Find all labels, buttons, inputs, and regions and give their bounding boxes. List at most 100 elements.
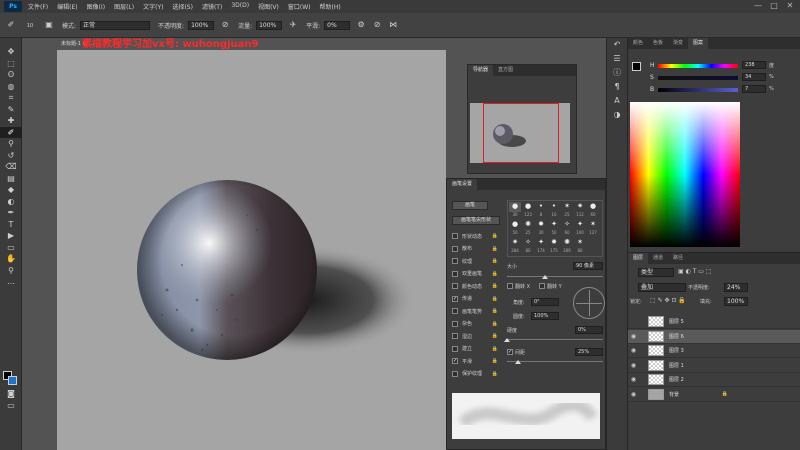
blend-mode-select[interactable]: 叠加 bbox=[638, 283, 686, 292]
minimize-button[interactable]: — bbox=[752, 1, 764, 11]
layer-row[interactable]: ◉ 图层 3 bbox=[628, 344, 800, 358]
menu-item[interactable]: 视图(V) bbox=[258, 2, 279, 11]
lock-icon[interactable]: 🔒 bbox=[492, 308, 498, 314]
brush-option-checkbox[interactable] bbox=[452, 283, 458, 290]
size-field[interactable]: 90 像素 bbox=[573, 262, 603, 270]
layer-row[interactable]: ◉ 图层 1 bbox=[628, 359, 800, 373]
menu-item[interactable]: 文件(F) bbox=[28, 2, 48, 11]
menu-item[interactable]: 编辑(E) bbox=[57, 2, 77, 11]
info-icon[interactable]: ⓘ bbox=[607, 66, 627, 80]
stamp-tool-icon[interactable]: ⚲ bbox=[0, 138, 22, 150]
brush-option-row[interactable]: 散布 🔒 bbox=[452, 244, 500, 255]
brush-size-picker[interactable]: 10 bbox=[22, 20, 38, 30]
layer-row[interactable]: 图层 5 bbox=[628, 315, 800, 329]
symmetry-icon[interactable]: ⋈ bbox=[388, 20, 398, 30]
gradient-tool-icon[interactable]: ▤ bbox=[0, 173, 22, 185]
layer-row[interactable]: ◉ 图层 2 bbox=[628, 373, 800, 387]
lock-icon[interactable]: 🔒 bbox=[492, 333, 498, 339]
hardness-field[interactable]: 0% bbox=[575, 326, 603, 334]
lock-icon[interactable]: 🔒 bbox=[492, 283, 498, 289]
airbrush-icon[interactable]: ✈ bbox=[288, 20, 298, 30]
brush-option-checkbox[interactable] bbox=[452, 245, 458, 252]
zoom-tool-icon[interactable]: ⚲ bbox=[0, 265, 22, 277]
tab-gradients[interactable]: 渐变 bbox=[668, 38, 688, 49]
type-tool-icon[interactable]: T bbox=[0, 219, 22, 231]
menu-item[interactable]: 选择(S) bbox=[172, 2, 193, 11]
menu-item[interactable]: 滤镜(T) bbox=[202, 2, 222, 11]
screen-mode-icon[interactable]: ▭ bbox=[0, 400, 22, 412]
brush-option-row[interactable]: 湿边 🔒 bbox=[452, 331, 500, 342]
more-tool-icons[interactable]: … bbox=[0, 276, 22, 288]
layer-opacity-field[interactable]: 24% bbox=[724, 283, 748, 292]
lock-icons[interactable]: ⬚ ✎ ✥ ⊡ 🔒 bbox=[650, 297, 686, 304]
angle-roundness-widget[interactable] bbox=[573, 287, 605, 319]
saturation-slider[interactable] bbox=[658, 76, 738, 80]
brush-option-checkbox[interactable] bbox=[452, 233, 458, 240]
mode-select[interactable]: 正常 bbox=[80, 20, 151, 30]
brush-option-checkbox[interactable] bbox=[452, 258, 458, 265]
angle-field[interactable]: 0° bbox=[531, 298, 559, 306]
brush-option-row[interactable]: ✓ 平滑 🔒 bbox=[452, 356, 500, 367]
smooth-field[interactable]: 0% bbox=[324, 20, 351, 30]
eraser-tool-icon[interactable]: ⌫ bbox=[0, 161, 22, 173]
brush-option-row[interactable]: 颜色动态 🔒 bbox=[452, 281, 500, 292]
hue-field[interactable]: 238 bbox=[742, 61, 766, 69]
tab-patterns[interactable]: 图案 bbox=[688, 38, 709, 49]
path-select-tool-icon[interactable]: ▶ bbox=[0, 230, 22, 242]
menu-item[interactable]: 窗口(W) bbox=[288, 2, 311, 11]
brush-panel-toggle-icon[interactable]: ▣ bbox=[44, 20, 54, 30]
lock-icon[interactable]: 🔒 bbox=[492, 258, 498, 264]
lock-icon[interactable]: 🔒 bbox=[492, 321, 498, 327]
visibility-eye-icon[interactable]: ◉ bbox=[628, 376, 639, 383]
color-fg-swatch[interactable] bbox=[632, 62, 641, 71]
hand-tool-icon[interactable]: ✋ bbox=[0, 253, 22, 265]
brush-option-row[interactable]: 保护纹理 🔒 bbox=[452, 369, 500, 380]
brush-option-checkbox[interactable] bbox=[452, 270, 458, 277]
healing-tool-icon[interactable]: ✚ bbox=[0, 115, 22, 127]
menu-item[interactable]: 图层(L) bbox=[114, 2, 134, 11]
brush-option-checkbox[interactable] bbox=[452, 320, 458, 327]
history-brush-tool-icon[interactable]: ↺ bbox=[0, 150, 22, 162]
tab-layers[interactable]: 图层 bbox=[628, 253, 649, 264]
flow-field[interactable]: 100% bbox=[256, 20, 283, 30]
saturation-field[interactable]: 34 bbox=[742, 73, 766, 81]
tab-color[interactable]: 颜色 bbox=[628, 38, 648, 49]
hardness-slider-track[interactable] bbox=[507, 339, 603, 340]
brush-option-row[interactable]: 画笔笔势 🔒 bbox=[452, 306, 500, 317]
roundness-field[interactable]: 100% bbox=[531, 312, 559, 320]
brush-tip-shape-button[interactable]: 画笔笔尖形状 bbox=[452, 216, 500, 225]
brush-preset-icon[interactable]: ✐ bbox=[6, 20, 16, 30]
brush-option-checkbox[interactable]: ✓ bbox=[452, 295, 458, 302]
menu-item[interactable]: 帮助(H) bbox=[320, 2, 341, 11]
visibility-eye-icon[interactable]: ◉ bbox=[628, 362, 639, 369]
menu-item[interactable]: 图像(I) bbox=[87, 2, 105, 11]
visibility-eye-icon[interactable]: ◉ bbox=[628, 391, 639, 398]
layer-row[interactable]: ◉ 图层 6 bbox=[628, 329, 800, 344]
brush-option-checkbox[interactable] bbox=[452, 370, 458, 377]
brush-option-row[interactable]: ✓ 传递 🔒 bbox=[452, 294, 500, 305]
lasso-tool-icon[interactable]: ʘ bbox=[0, 69, 22, 81]
tab-navigator[interactable]: 导航器 bbox=[468, 65, 494, 76]
lock-icon[interactable]: 🔒 bbox=[492, 246, 498, 252]
paragraph-icon[interactable]: ¶ bbox=[607, 80, 627, 94]
character-icon[interactable]: A bbox=[607, 94, 627, 108]
visibility-eye-icon[interactable]: ◉ bbox=[628, 333, 639, 340]
flip-x-checkbox[interactable] bbox=[507, 283, 513, 289]
brush-option-row[interactable]: 建立 🔒 bbox=[452, 344, 500, 355]
color-spectrum-picker[interactable] bbox=[630, 102, 740, 247]
move-tool-icon[interactable]: ✥ bbox=[0, 46, 22, 58]
layer-kind-filter[interactable]: 类型 bbox=[638, 268, 674, 277]
brush-option-row[interactable]: 双重画笔 🔒 bbox=[452, 269, 500, 280]
pressure-opacity-icon[interactable]: ⊘ bbox=[220, 20, 230, 30]
tab-histogram[interactable]: 直方图 bbox=[493, 65, 518, 76]
lock-icon[interactable]: 🔒 bbox=[492, 371, 498, 377]
maximize-button[interactable]: □ bbox=[768, 1, 780, 11]
spacing-slider-track[interactable] bbox=[507, 361, 603, 362]
size-slider-track[interactable] bbox=[507, 276, 603, 277]
size-slider-thumb[interactable] bbox=[542, 275, 548, 279]
shape-tool-icon[interactable]: ▭ bbox=[0, 242, 22, 254]
tab-paths[interactable]: 路径 bbox=[668, 253, 688, 264]
properties-icon[interactable]: ☰ bbox=[607, 52, 627, 66]
background-color-swatch[interactable] bbox=[8, 376, 17, 385]
smooth-settings-gear-icon[interactable]: ⚙ bbox=[356, 20, 366, 30]
